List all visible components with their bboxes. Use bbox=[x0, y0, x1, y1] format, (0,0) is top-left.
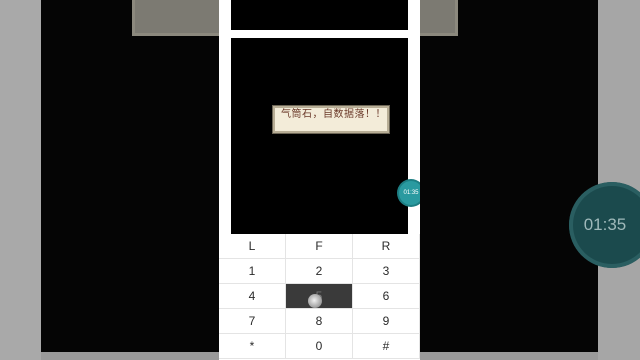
key-star[interactable]: * bbox=[219, 334, 286, 359]
key-2[interactable]: 2 bbox=[286, 259, 353, 284]
keypad: L F R 1 2 3 4 5 6 7 8 9 * 0 # bbox=[219, 234, 420, 360]
key-3[interactable]: 3 bbox=[353, 259, 420, 284]
touch-indicator-icon bbox=[308, 294, 322, 308]
key-9[interactable]: 9 bbox=[353, 309, 420, 334]
key-6[interactable]: 6 bbox=[353, 284, 420, 309]
background-timer-text: 01:35 bbox=[583, 215, 627, 234]
phone-emulator: 气筒石，自数据落！！！ L F R 1 2 3 4 5 6 7 8 9 * 0 … bbox=[219, 0, 420, 360]
game-screen[interactable]: 气筒石，自数据落！！！ bbox=[231, 0, 408, 234]
key-1[interactable]: 1 bbox=[219, 259, 286, 284]
game-dialog-text: 气筒石，自数据落！！！ bbox=[281, 109, 389, 120]
key-hash[interactable]: # bbox=[353, 334, 420, 359]
key-right-softkey[interactable]: R bbox=[353, 234, 420, 259]
key-4[interactable]: 4 bbox=[219, 284, 286, 309]
background-right-strip bbox=[598, 0, 640, 360]
overlay-timer-text: 01:35 bbox=[403, 190, 419, 196]
key-7[interactable]: 7 bbox=[219, 309, 286, 334]
game-top-panel bbox=[231, 0, 408, 38]
background-left-strip bbox=[0, 0, 41, 360]
key-8[interactable]: 8 bbox=[286, 309, 353, 334]
key-fire[interactable]: F bbox=[286, 234, 353, 259]
key-left-softkey[interactable]: L bbox=[219, 234, 286, 259]
game-dialog-box: 气筒石，自数据落！！！ bbox=[273, 106, 389, 133]
overlay-timer-badge[interactable]: 01:35 bbox=[399, 181, 420, 205]
key-0[interactable]: 0 bbox=[286, 334, 353, 359]
